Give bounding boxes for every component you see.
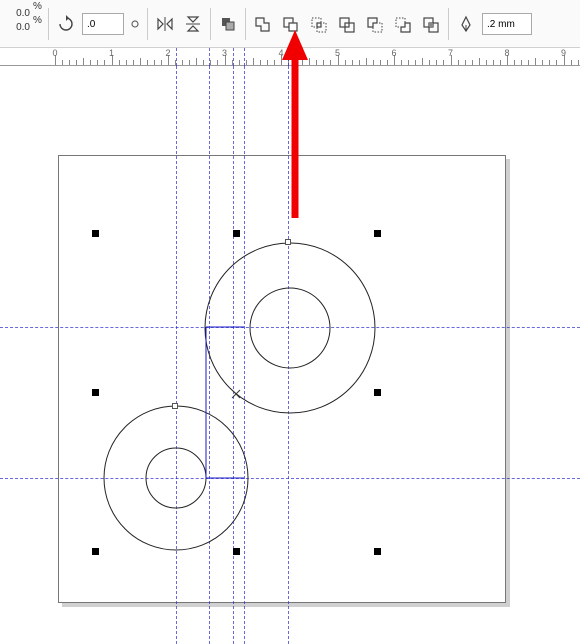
position-x: 0.0 (16, 6, 30, 20)
outline-pen-icon[interactable] (452, 10, 480, 38)
guide-horizontal[interactable] (0, 327, 580, 328)
position-readout: 0.0 0.0 (0, 0, 30, 40)
ruler-label: 1 (109, 48, 114, 58)
selection-handle[interactable] (374, 548, 381, 555)
guide-vertical[interactable] (209, 66, 210, 644)
guide-vertical[interactable] (244, 66, 245, 644)
trim-icon[interactable] (277, 10, 305, 38)
rotation-field[interactable] (87, 19, 119, 30)
guide-vertical[interactable] (233, 66, 234, 644)
ruler-label: 0 (52, 48, 57, 58)
outline-width-input[interactable] (482, 13, 532, 35)
intersect-icon[interactable] (305, 10, 333, 38)
ruler-label: 6 (391, 48, 396, 58)
selection-handle[interactable] (233, 230, 240, 237)
selection-handle[interactable] (92, 548, 99, 555)
toolbar: 0.0 0.0 % % (0, 0, 580, 48)
mirror-horizontal-icon[interactable] (151, 10, 179, 38)
position-y: 0.0 (16, 20, 30, 34)
ruler-label: 3 (222, 48, 227, 58)
node-handle[interactable] (172, 403, 178, 409)
boundary-icon[interactable] (417, 10, 445, 38)
mirror-vertical-icon[interactable] (179, 10, 207, 38)
ruler-label: 7 (448, 48, 453, 58)
guide-vertical[interactable] (288, 66, 289, 644)
ruler-label: 2 (165, 48, 170, 58)
selection-handle[interactable] (92, 389, 99, 396)
percent-column: % % (30, 0, 45, 28)
simplify-icon[interactable] (333, 10, 361, 38)
selection-handle[interactable] (92, 230, 99, 237)
ruler-horizontal: 0 1 2 3 4 5 6 7 8 9 (0, 48, 580, 66)
back-minus-front-icon[interactable] (389, 10, 417, 38)
rotation-anchor-icon[interactable] (126, 10, 144, 38)
guide-vertical[interactable] (176, 66, 177, 644)
front-minus-back-icon[interactable] (361, 10, 389, 38)
canvas[interactable] (0, 66, 580, 644)
outline-width-field[interactable] (487, 19, 529, 30)
ruler-label: 8 (504, 48, 509, 58)
percent-y: % (33, 14, 42, 28)
rotation-input[interactable] (82, 13, 124, 35)
order-front-icon[interactable] (214, 10, 242, 38)
node-handle[interactable] (285, 239, 291, 245)
ruler-label: 9 (561, 48, 566, 58)
ruler-label: 5 (335, 48, 340, 58)
selection-handle[interactable] (374, 230, 381, 237)
page[interactable] (58, 155, 506, 603)
percent-x: % (33, 0, 42, 14)
selection-handle[interactable] (233, 548, 240, 555)
guide-horizontal[interactable] (0, 478, 580, 479)
weld-icon[interactable] (249, 10, 277, 38)
rotate-icon[interactable] (52, 10, 80, 38)
selection-handle[interactable] (374, 389, 381, 396)
ruler-label: 4 (278, 48, 283, 58)
